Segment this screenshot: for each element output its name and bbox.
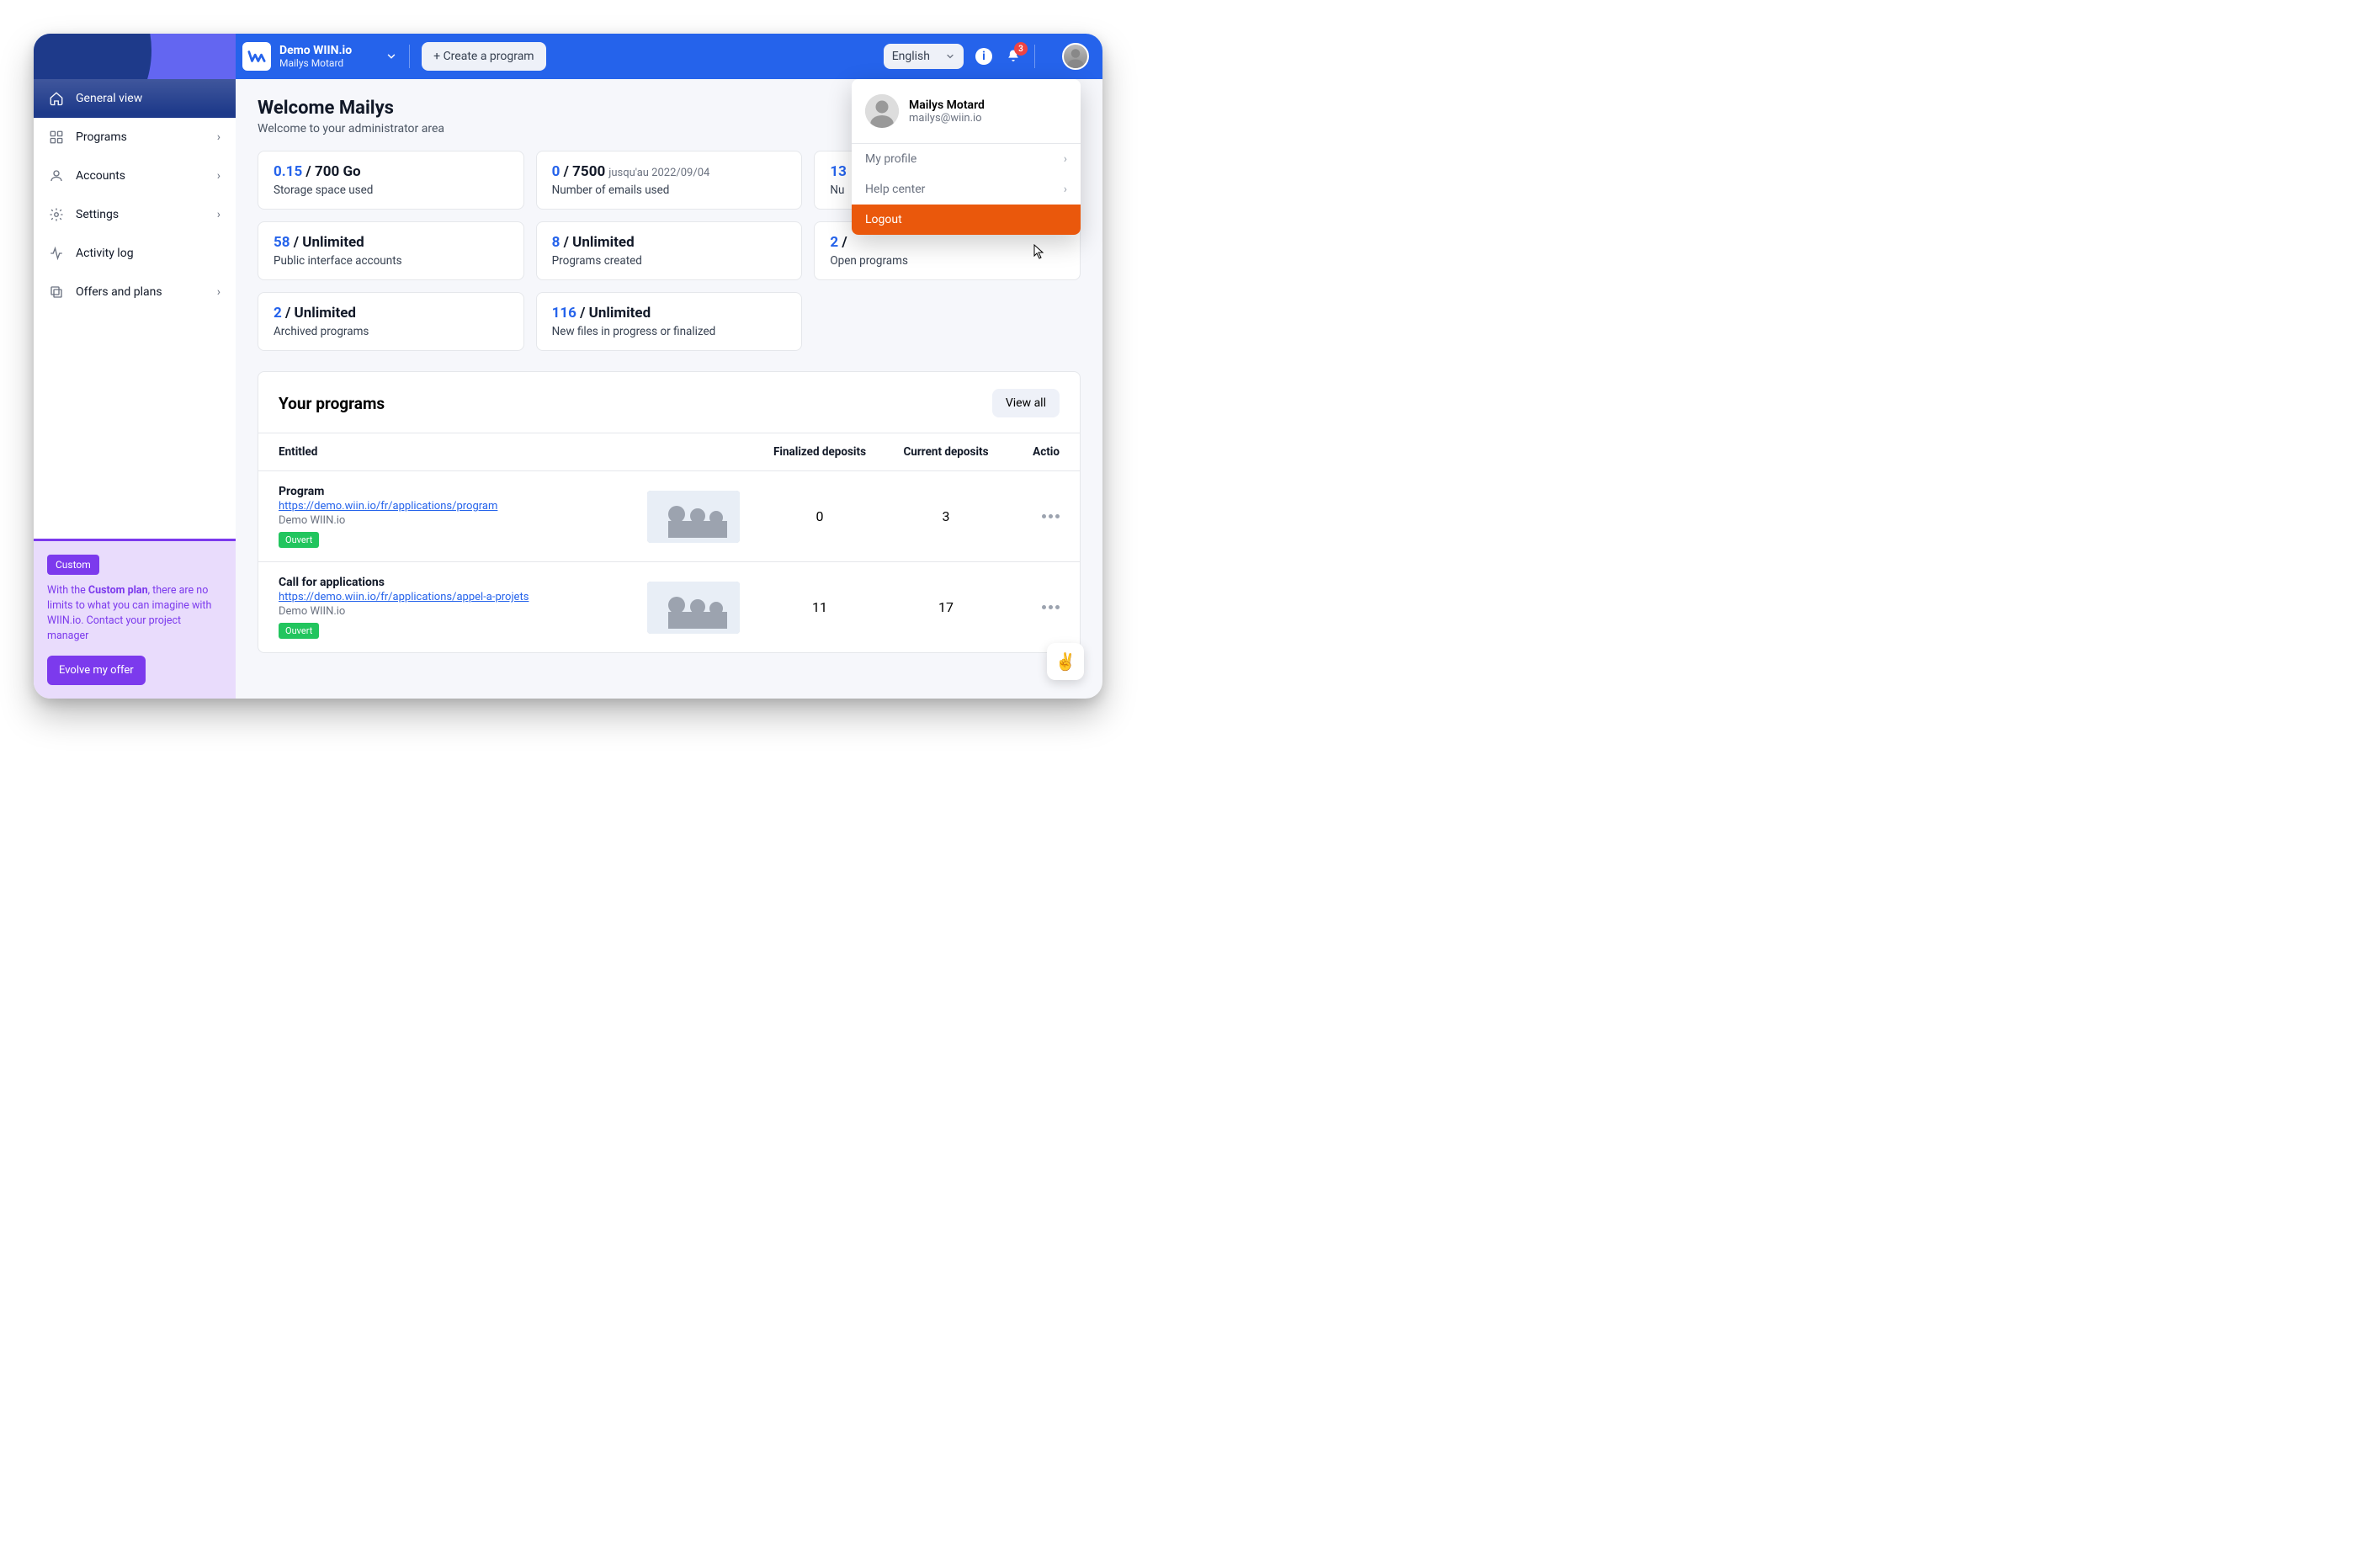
- view-all-button[interactable]: View all: [992, 389, 1060, 417]
- col-finalized: Finalized deposits: [757, 445, 883, 459]
- gear-icon: [49, 207, 64, 222]
- separator: [1034, 45, 1035, 68]
- stat-card: 2 / UnlimitedArchived programs: [258, 292, 524, 351]
- dropdown-user-info: Mailys Motard mailys@wiin.io: [852, 79, 1081, 143]
- program-org: Demo WIIN.io: [279, 605, 647, 618]
- dropdown-user-name: Mailys Motard: [909, 98, 985, 112]
- table-row: Call for applications https://demo.wiin.i…: [258, 562, 1080, 652]
- sidebar-item-accounts[interactable]: Accounts ›: [34, 157, 236, 195]
- notification-badge: 3: [1014, 42, 1028, 56]
- row-actions-button[interactable]: [1009, 605, 1060, 609]
- promo-tag: Custom: [47, 555, 99, 575]
- home-icon: [49, 91, 64, 106]
- program-title: Program: [279, 485, 647, 498]
- chevron-right-icon: ›: [1064, 183, 1067, 196]
- chevron-right-icon: ›: [1064, 152, 1067, 166]
- evolve-offer-button[interactable]: Evolve my offer: [47, 656, 146, 685]
- program-title: Call for applications: [279, 576, 647, 589]
- stat-card: 116 / UnlimitedNew files in progress or …: [536, 292, 803, 351]
- stat-card: 58 / UnlimitedPublic interface accounts: [258, 221, 524, 280]
- program-thumbnail: [647, 582, 740, 634]
- program-thumbnail: [647, 491, 740, 543]
- col-entitled: Entitled: [279, 445, 647, 459]
- finalized-count: 0: [757, 508, 883, 524]
- activity-icon: [49, 246, 64, 261]
- copy-icon: [49, 284, 64, 300]
- grid-icon: [49, 130, 64, 145]
- org-switcher-chevron[interactable]: [385, 50, 397, 62]
- avatar: [865, 94, 899, 128]
- sidebar-item-settings[interactable]: Settings ›: [34, 195, 236, 234]
- sidebar-item-programs[interactable]: Programs ›: [34, 118, 236, 157]
- nav-label: Activity log: [76, 247, 134, 260]
- chevron-right-icon: ›: [217, 169, 220, 183]
- sidebar-item-general-view[interactable]: General view: [34, 79, 236, 118]
- chevron-down-icon: [945, 51, 955, 61]
- program-url-link[interactable]: https://demo.wiin.io/fr/applications/app…: [279, 591, 647, 603]
- stat-card: 8 / UnlimitedPrograms created: [536, 221, 803, 280]
- notifications-button[interactable]: 3: [1004, 47, 1023, 66]
- program-url-link[interactable]: https://demo.wiin.io/fr/applications/pro…: [279, 500, 647, 513]
- help-fab[interactable]: ✌️: [1047, 643, 1084, 680]
- user-avatar[interactable]: [1062, 43, 1089, 70]
- sidebar-header-decor: [34, 34, 236, 79]
- finalized-count: 11: [757, 599, 883, 615]
- menu-item-label: Logout: [865, 213, 902, 226]
- sidebar: General viewPrograms›Accounts›Settings›A…: [34, 79, 236, 699]
- programs-panel: Your programs View all Entitled Finalize…: [258, 371, 1081, 653]
- create-program-button[interactable]: + Create a program: [422, 42, 545, 71]
- nav-label: Settings: [76, 208, 119, 221]
- col-current: Current deposits: [883, 445, 1009, 459]
- row-actions-button[interactable]: [1009, 514, 1060, 518]
- table-row: Program https://demo.wiin.io/fr/applicati…: [258, 471, 1080, 562]
- org-user: Mailys Motard: [279, 57, 352, 69]
- menu-item-label: My profile: [865, 152, 916, 166]
- separator: [409, 45, 410, 68]
- promo-text: With the Custom plan, there are no limit…: [47, 583, 222, 645]
- chevron-right-icon: ›: [217, 285, 220, 299]
- info-icon[interactable]: i: [975, 48, 992, 65]
- chevron-right-icon: ›: [217, 208, 220, 221]
- top-bar: Demo WIIN.io Mailys Motard + Create a pr…: [34, 34, 1102, 79]
- app-logo: [242, 42, 271, 71]
- sidebar-item-activity-log[interactable]: Activity log: [34, 234, 236, 273]
- menu-help-center[interactable]: Help center ›: [852, 174, 1081, 205]
- org-switcher[interactable]: Demo WIIN.io Mailys Motard: [242, 42, 352, 71]
- user-menu-dropdown: Mailys Motard mailys@wiin.io My profile …: [852, 79, 1081, 235]
- menu-my-profile[interactable]: My profile ›: [852, 144, 1081, 174]
- current-count: 3: [883, 508, 1009, 524]
- sidebar-item-offers-and-plans[interactable]: Offers and plans ›: [34, 273, 236, 311]
- user-icon: [49, 168, 64, 183]
- table-header: Entitled Finalized deposits Current depo…: [258, 433, 1080, 471]
- col-actions: Actio: [1009, 445, 1060, 459]
- nav-label: Accounts: [76, 169, 125, 183]
- language-label: English: [892, 50, 930, 63]
- status-badge: Ouvert: [279, 532, 319, 548]
- menu-item-label: Help center: [865, 183, 925, 196]
- menu-logout[interactable]: Logout: [852, 205, 1081, 235]
- chevron-right-icon: ›: [217, 130, 220, 144]
- stat-card: 0.15 / 700 GoStorage space used: [258, 151, 524, 210]
- nav-label: Programs: [76, 130, 127, 144]
- current-count: 17: [883, 599, 1009, 615]
- language-selector[interactable]: English: [884, 44, 964, 69]
- stat-card: 0 / 7500jusqu'au 2022/09/04Number of ema…: [536, 151, 803, 210]
- status-badge: Ouvert: [279, 623, 319, 639]
- org-name: Demo WIIN.io: [279, 44, 352, 57]
- nav-label: General view: [76, 92, 142, 105]
- panel-title: Your programs: [279, 394, 385, 413]
- dropdown-user-email: mailys@wiin.io: [909, 112, 985, 125]
- promo-box: Custom With the Custom plan, there are n…: [34, 539, 236, 699]
- peace-icon: ✌️: [1055, 651, 1076, 672]
- program-org: Demo WIIN.io: [279, 514, 647, 527]
- nav-label: Offers and plans: [76, 285, 162, 299]
